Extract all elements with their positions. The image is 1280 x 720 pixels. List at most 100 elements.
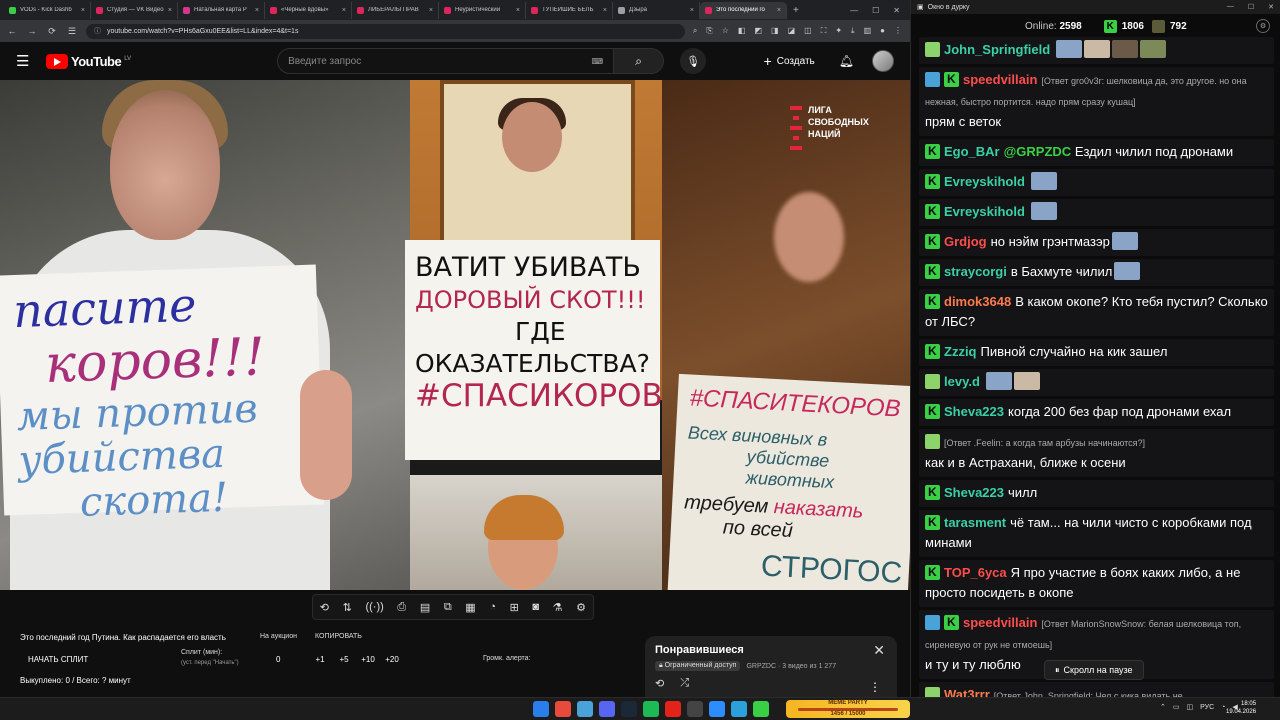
video-player[interactable]: пасите коров!!! мы против убийства скота… xyxy=(0,80,910,590)
tab-close-icon[interactable]: × xyxy=(81,7,85,14)
app-icon[interactable] xyxy=(687,701,703,717)
chat-username[interactable]: levy.d xyxy=(944,374,980,389)
browser-tab[interactable]: VODs - Kick Dashb × xyxy=(4,1,91,19)
meme-party-widget[interactable]: MEME PARTY 1456 / 15000 xyxy=(786,700,910,718)
app-icon[interactable] xyxy=(709,701,725,717)
tab-close-icon[interactable]: × xyxy=(777,7,781,14)
create-button[interactable]: + Создать xyxy=(754,48,825,74)
sort-icon[interactable]: ⇅ xyxy=(343,601,352,614)
film-icon[interactable]: ▤ xyxy=(420,601,430,614)
chat-username[interactable]: Evreyskihold xyxy=(944,174,1025,189)
battery-icon[interactable]: ▭ xyxy=(1173,703,1180,711)
wifi-icon[interactable]: ◔ xyxy=(1221,704,1225,711)
browser-tab[interactable]: ЛИБЕРАЛЫ ПРАВ × xyxy=(352,1,439,19)
tab-close-icon[interactable]: × xyxy=(690,7,694,14)
chevron-up-icon[interactable]: ⌃ xyxy=(1160,703,1166,711)
more-options-icon[interactable]: ⋮ xyxy=(869,680,881,694)
extension-icon[interactable]: ◧ xyxy=(738,26,746,36)
chat-username[interactable]: dimok3648 xyxy=(944,294,1011,309)
youtube-logo[interactable]: YouTube LV xyxy=(46,53,131,69)
browser-tab[interactable]: «Черные вдовы» × xyxy=(265,1,352,19)
tune-icon[interactable]: ☰ xyxy=(66,26,78,37)
notifications-bell-icon[interactable]: 🔔︎ xyxy=(839,54,854,68)
subtitles-icon[interactable]: ▦ xyxy=(465,601,475,614)
scroll-paused-button[interactable]: ⏸ Скролл на паузе xyxy=(1044,660,1144,680)
network-icon[interactable]: ◫ xyxy=(1187,703,1194,711)
menu-icon[interactable]: ⋮ xyxy=(894,26,902,36)
close-icon[interactable]: ✕ xyxy=(1268,3,1274,11)
download-icon[interactable]: ⤓ xyxy=(851,26,855,36)
tab-close-icon[interactable]: × xyxy=(429,7,433,14)
split-add-button[interactable]: +10 xyxy=(356,655,380,664)
copy-button[interactable]: КОПИРОВАТЬ xyxy=(315,633,362,640)
browser-tab[interactable]: Студия — VK Видео × xyxy=(91,1,178,19)
chat-username[interactable]: Grdjog xyxy=(944,234,987,249)
close-icon[interactable]: ✕ xyxy=(893,6,900,15)
url-field[interactable]: ⓘ youtube.com/watch?v=PHs6aGxu0EE&list=L… xyxy=(86,23,685,39)
shuffle-icon[interactable]: ⤮ xyxy=(680,677,689,690)
chrome-icon[interactable] xyxy=(555,701,571,717)
repeat-icon[interactable]: ⟲ xyxy=(655,677,664,690)
extension-icon[interactable]: ◫ xyxy=(804,26,812,36)
camera-icon[interactable]: ◙ xyxy=(532,601,539,613)
extension-icon[interactable]: ◨ xyxy=(771,26,779,36)
minimize-icon[interactable]: — xyxy=(1227,3,1234,11)
puzzle-icon[interactable]: ✦ xyxy=(835,26,842,36)
search-button[interactable]: ⌕ xyxy=(614,48,665,74)
start-icon[interactable] xyxy=(533,701,549,717)
browser-tab[interactable]: Натальная карта Р × xyxy=(178,1,265,19)
translate-icon[interactable]: ⎘ xyxy=(706,26,712,36)
chat-username[interactable]: John_Springfield xyxy=(944,42,1050,57)
tab-close-icon[interactable]: × xyxy=(342,7,346,14)
back-icon[interactable]: ← xyxy=(6,26,18,36)
chat-mention[interactable]: @GRPZDC xyxy=(1004,144,1072,159)
settings-gear-icon[interactable]: ⚙ xyxy=(576,601,586,614)
discord-icon[interactable] xyxy=(599,701,615,717)
app-icon[interactable] xyxy=(753,701,769,717)
telegram-icon[interactable] xyxy=(731,701,747,717)
extension-icon[interactable]: ⛶ xyxy=(821,26,827,36)
profile-icon[interactable]: ● xyxy=(880,26,885,36)
app-icon[interactable] xyxy=(665,701,681,717)
maximize-icon[interactable]: ☐ xyxy=(1248,3,1254,11)
tab-close-icon[interactable]: × xyxy=(516,7,520,14)
chat-username[interactable]: Sheva223 xyxy=(944,485,1004,500)
spotify-icon[interactable] xyxy=(643,701,659,717)
auction-button[interactable]: На аукцион xyxy=(260,633,297,640)
maximize-icon[interactable]: ☐ xyxy=(872,6,879,15)
chat-username[interactable]: Evreyskihold xyxy=(944,204,1025,219)
close-icon[interactable]: ✕ xyxy=(873,642,885,659)
browser-tab[interactable]: ТУПЕЙШИЕ БЕЛЬ × xyxy=(526,1,613,19)
tab-close-icon[interactable]: × xyxy=(603,7,607,14)
split-icon[interactable]: ▥ xyxy=(864,26,872,36)
browser-tab[interactable]: Это последний го × xyxy=(700,1,787,19)
bookmark-star-icon[interactable]: ☆ xyxy=(722,26,729,36)
chat-messages[interactable]: John_Springfield speedvillain[Ответ gro0v… xyxy=(919,37,1274,713)
minimize-icon[interactable]: — xyxy=(850,6,858,15)
forward-icon[interactable]: → xyxy=(26,26,38,36)
tab-close-icon[interactable]: × xyxy=(168,7,172,14)
new-tab-button[interactable]: + xyxy=(787,5,805,16)
search-input[interactable]: Введите запрос ⌨ xyxy=(277,48,615,74)
split-add-button[interactable]: +5 xyxy=(332,655,356,664)
screenshot-icon[interactable]: ⎙ xyxy=(397,601,406,614)
site-info-icon[interactable]: ⓘ xyxy=(94,26,101,36)
chat-username[interactable]: straycorgi xyxy=(944,264,1007,279)
hamburger-menu-icon[interactable]: ☰ xyxy=(16,52,40,70)
browser-tab[interactable]: Неуристический × xyxy=(439,1,526,19)
avatar[interactable] xyxy=(872,50,894,72)
voice-search-button[interactable]: 🎙︎ xyxy=(680,48,707,74)
steam-icon[interactable] xyxy=(621,701,637,717)
pip-icon[interactable]: ⧉ xyxy=(444,601,452,614)
split-add-button[interactable]: +20 xyxy=(380,655,404,664)
clock[interactable]: 18:05 19.04.2026 xyxy=(1226,700,1256,716)
keyboard-icon[interactable]: ⌨ xyxy=(592,57,604,66)
chat-username[interactable]: TOP_6yca xyxy=(944,565,1007,580)
loop-icon[interactable]: ⟲ xyxy=(320,601,329,614)
start-split-button[interactable]: НАЧАТЬ СПЛИТ xyxy=(28,655,88,664)
zoom-icon[interactable]: ⌕ xyxy=(693,26,697,36)
chat-username[interactable]: tarasment xyxy=(944,515,1006,530)
chat-username[interactable]: Ego_BAr xyxy=(944,144,1000,159)
split-add-button[interactable]: +1 xyxy=(308,655,332,664)
add-icon[interactable]: ⊞ xyxy=(510,601,519,614)
